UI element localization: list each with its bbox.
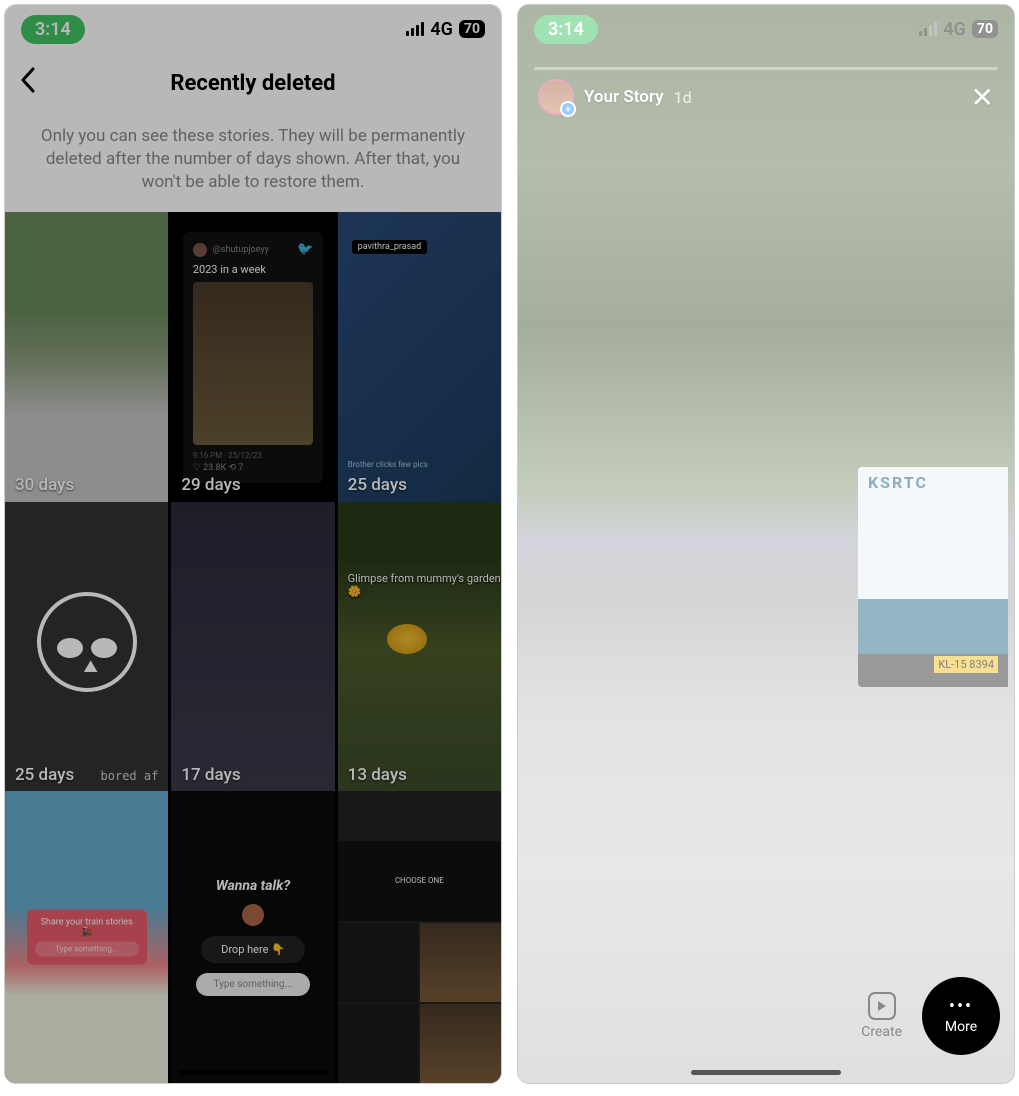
- network-label: 4G: [943, 19, 966, 40]
- page-header: Recently deleted: [5, 53, 501, 113]
- story-tile[interactable]: Wanna talk? Drop here 👇 Type something..…: [171, 791, 334, 1083]
- phone-screen-right: 3:14 4G 70 KSRTC KL-15 8394 + Your Story…: [517, 4, 1015, 1084]
- bus-image: KSRTC KL-15 8394: [858, 467, 1008, 687]
- mention-tag: pavithra_prasad: [352, 240, 428, 254]
- skull-drawing: [37, 592, 137, 692]
- status-bar: 3:14 4G 70: [518, 5, 1014, 53]
- ai-avatar-image: [420, 1004, 501, 1083]
- network-label: 4G: [430, 19, 453, 40]
- days-remaining: 13 days: [348, 765, 407, 785]
- tweet-image: [193, 282, 313, 445]
- battery-level: 70: [459, 20, 485, 38]
- poll-header: CHOOSE ONE: [338, 841, 501, 920]
- question-sticker: Share your train stories 🚂 Type somethin…: [27, 910, 147, 965]
- twitter-icon: 🐦: [297, 242, 313, 257]
- avatar: [242, 904, 264, 926]
- tweet-handle: @shutupjoeyy: [213, 245, 269, 255]
- phone-screen-left: 3:14 4G 70 Recently deleted Only you can…: [4, 4, 502, 1084]
- info-text: Only you can see these stories. They wil…: [5, 113, 501, 212]
- tweet-meta: 9:16 PM · 25/12/23: [193, 451, 313, 460]
- story-tile[interactable]: CHOOSE ONE: [338, 791, 501, 1083]
- home-indicator[interactable]: [691, 1070, 841, 1075]
- sticker-title: Wanna talk?: [216, 878, 290, 894]
- signal-icon: [919, 22, 937, 36]
- caption-text: Glimpse from mummy's garden 🌼: [348, 572, 501, 598]
- signal-icon: [406, 22, 424, 36]
- status-time: 3:14: [534, 15, 598, 44]
- days-remaining: 30 days: [15, 475, 74, 495]
- poll-option: [338, 1004, 419, 1083]
- story-avatar-wrap[interactable]: +: [538, 79, 574, 115]
- days-remaining: 29 days: [181, 475, 240, 495]
- bottom-actions: Create ••• More: [861, 977, 1000, 1055]
- battery-level: 70: [972, 20, 998, 38]
- ai-avatar-image: [420, 923, 501, 1002]
- more-button[interactable]: ••• More: [922, 977, 1000, 1055]
- chevron-left-icon: [19, 67, 37, 93]
- flower-image: [387, 624, 427, 654]
- story-tile[interactable]: Glimpse from mummy's garden 🌼 13 days: [338, 502, 501, 794]
- story-grid: 30 days @shutupjoeyy 🐦 2023 in a week 9:…: [5, 212, 501, 1083]
- tweet-card: @shutupjoeyy 🐦 2023 in a week 9:16 PM · …: [183, 232, 323, 483]
- days-remaining: 25 days: [15, 765, 74, 785]
- status-right: 4G 70: [406, 19, 485, 40]
- more-label: More: [945, 1019, 977, 1035]
- status-right: 4G 70: [919, 19, 998, 40]
- license-plate: KL-15 8394: [934, 656, 998, 673]
- tweet-text: 2023 in a week: [193, 263, 313, 276]
- story-tile[interactable]: 30 days: [5, 212, 168, 504]
- story-tile[interactable]: bored af 25 days: [5, 502, 168, 794]
- story-viewer[interactable]: KSRTC KL-15 8394 + Your Story 1d ✕: [524, 61, 1008, 943]
- story-header: + Your Story 1d ✕: [538, 79, 994, 115]
- sticker-input: Type something...: [196, 973, 311, 996]
- days-remaining: 25 days: [348, 475, 407, 495]
- story-tile[interactable]: @shutupjoeyy 🐦 2023 in a week 9:16 PM · …: [171, 212, 334, 504]
- status-bar: 3:14 4G 70: [5, 5, 501, 53]
- tweet-stats: ♡ 23.8K ⟲ 7: [193, 463, 313, 473]
- status-time: 3:14: [21, 15, 85, 44]
- bus-brand: KSRTC: [868, 473, 928, 492]
- caption-text: bored af: [101, 769, 159, 783]
- home-indicator[interactable]: [178, 1070, 328, 1075]
- sticker-input: Type something...: [35, 942, 139, 957]
- story-progress-bar: [534, 67, 998, 70]
- add-story-icon: +: [560, 101, 576, 117]
- days-remaining: 17 days: [181, 765, 240, 785]
- page-title: Recently deleted: [170, 71, 335, 96]
- create-button[interactable]: Create: [861, 992, 902, 1040]
- story-tile[interactable]: Share your train stories 🚂 Type somethin…: [5, 791, 168, 1083]
- create-label: Create: [861, 1024, 902, 1040]
- story-tile[interactable]: pavithra_prasad Brother clicks few pics …: [338, 212, 501, 504]
- caption-text: Brother clicks few pics: [348, 460, 428, 469]
- story-tile[interactable]: 17 days: [171, 502, 334, 794]
- drop-label: Drop here 👇: [201, 936, 305, 963]
- close-button[interactable]: ✕: [971, 81, 994, 114]
- back-button[interactable]: [19, 67, 37, 100]
- poll-option: [338, 923, 419, 1002]
- story-time: 1d: [674, 88, 692, 107]
- story-owner-name: Your Story: [584, 87, 664, 107]
- avatar: [193, 243, 207, 257]
- reels-icon: [868, 992, 896, 1020]
- sticker-title: Share your train stories 🚂: [35, 918, 139, 938]
- more-icon: •••: [949, 998, 973, 1016]
